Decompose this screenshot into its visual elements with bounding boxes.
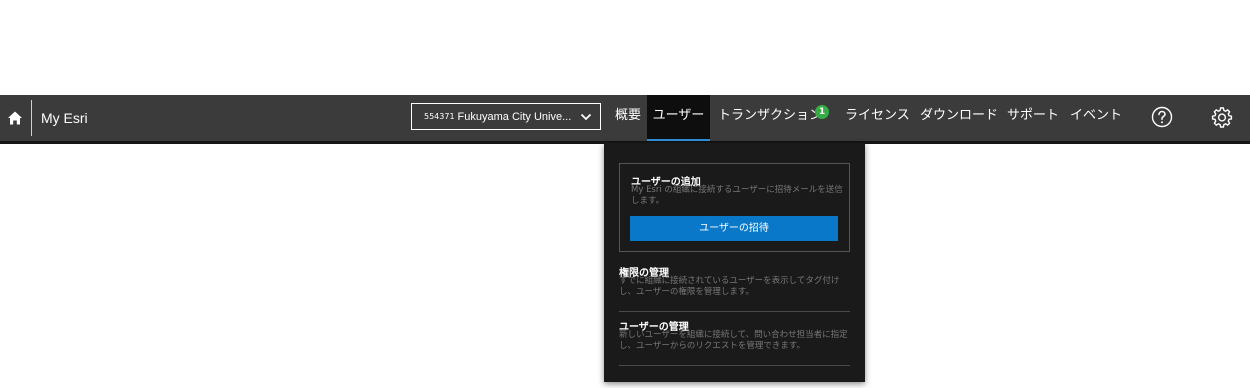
account-number: 554371 bbox=[424, 112, 455, 121]
nav-downloads[interactable]: ダウンロード bbox=[920, 95, 998, 141]
home-button[interactable] bbox=[0, 101, 30, 135]
permissions-description: すでに組織に接続されているユーザーを表示してタグ付けし、ユーザーの権限を管理しま… bbox=[619, 276, 840, 297]
invite-user-button[interactable]: ユーザーの招待 bbox=[630, 216, 838, 241]
help-button[interactable] bbox=[1151, 106, 1173, 128]
nav-users[interactable]: ユーザー bbox=[647, 95, 710, 141]
nav-events[interactable]: イベント bbox=[1070, 95, 1122, 141]
account-name: Fukuyama City Unive... bbox=[457, 110, 572, 123]
home-icon bbox=[8, 111, 22, 125]
nav-divider bbox=[31, 100, 32, 136]
menu-divider bbox=[619, 311, 850, 312]
manage-users-description: 新しいユーザーを組織に接続して、問い合わせ担当者に指定し、ユーザーからのリクエス… bbox=[619, 330, 848, 351]
help-icon bbox=[1151, 106, 1173, 128]
top-navigation-bar: My Esri 554371 Fukuyama City Unive... 概要… bbox=[0, 95, 1250, 144]
users-dropdown-menu: ユーザーの追加 My Esri の組織に接続するユーザーに招待メールを送信します… bbox=[604, 143, 865, 382]
settings-button[interactable] bbox=[1211, 106, 1233, 128]
account-selector[interactable]: 554371 Fukuyama City Unive... bbox=[411, 103, 601, 130]
manage-permissions-link[interactable]: 権限の管理 すでに組織に接続されているユーザーを表示してタグ付けし、ユーザーの権… bbox=[619, 264, 855, 300]
nav-transactions[interactable]: トランザクション bbox=[718, 95, 822, 141]
nav-licenses[interactable]: ライセンス bbox=[845, 95, 910, 141]
nav-overview[interactable]: 概要 bbox=[615, 95, 641, 141]
gear-icon bbox=[1211, 107, 1233, 128]
add-user-panel: ユーザーの追加 My Esri の組織に接続するユーザーに招待メールを送信します… bbox=[619, 163, 850, 252]
manage-users-link[interactable]: ユーザーの管理 新しいユーザーを組織に接続して、問い合わせ担当者に指定し、ユーザ… bbox=[619, 318, 855, 354]
transactions-badge: 1 bbox=[815, 105, 829, 119]
brand-title[interactable]: My Esri bbox=[41, 95, 88, 141]
menu-divider bbox=[619, 365, 850, 366]
add-user-description: My Esri の組織に接続するユーザーに招待メールを送信します。 bbox=[631, 185, 843, 206]
chevron-down-icon bbox=[580, 113, 592, 121]
nav-support[interactable]: サポート bbox=[1007, 95, 1059, 141]
